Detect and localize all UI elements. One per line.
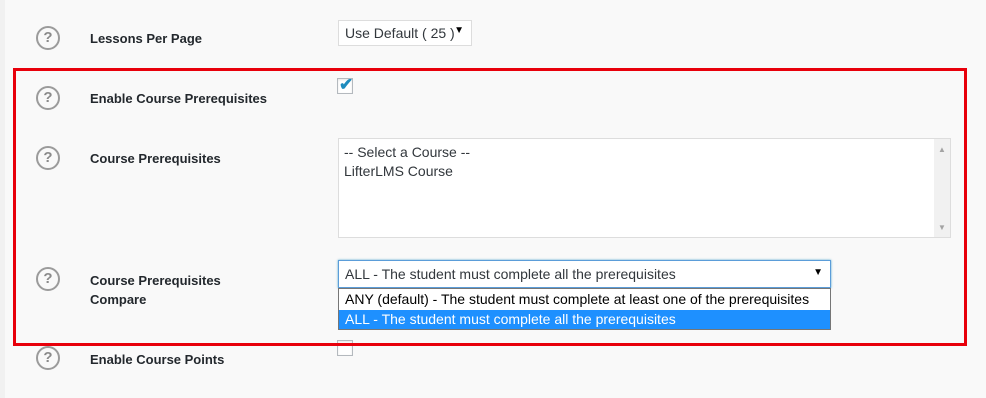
enable-points-label: Enable Course Points [90, 352, 225, 367]
lessons-per-page-label: Lessons Per Page [90, 31, 202, 46]
chevron-down-icon: ▼ [454, 25, 464, 36]
lessons-per-page-value: Use Default ( 25 ) [345, 25, 455, 41]
lessons-per-page-select[interactable]: Use Default ( 25 ) ▼ [338, 20, 472, 46]
help-icon[interactable]: ? [36, 26, 60, 50]
highlight-box [13, 68, 967, 346]
help-icon[interactable]: ? [36, 346, 60, 370]
